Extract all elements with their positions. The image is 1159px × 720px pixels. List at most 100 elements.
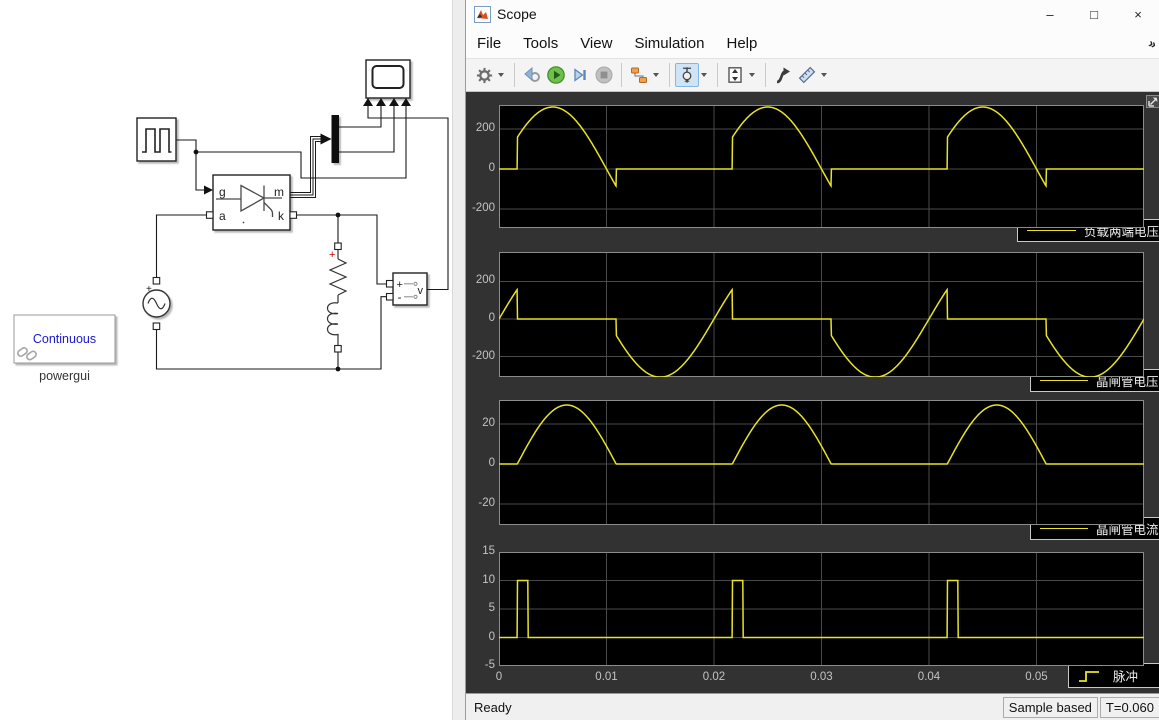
demux-block[interactable] <box>321 115 340 163</box>
scope-input-ports <box>363 98 411 106</box>
powergui-mode-text: Continuous <box>33 332 96 346</box>
vector-signal-bundle <box>290 137 321 198</box>
expand-axes-icon[interactable] <box>1146 95 1159 108</box>
statusbar: Ready Sample based T=0.060 <box>466 693 1159 720</box>
menu-view[interactable]: View <box>569 32 623 55</box>
measurements-dropdown-arrow[interactable] <box>821 73 827 77</box>
port-label-g: g <box>219 185 226 199</box>
status-text: Ready <box>474 700 1001 715</box>
settings-gear-icon[interactable] <box>472 63 496 87</box>
source-polarity-plus: + <box>146 284 152 295</box>
toolbar-separator <box>717 63 718 87</box>
y-tick-label: 200 <box>466 122 495 134</box>
toolbar-separator <box>765 63 766 87</box>
menu-file[interactable]: File <box>466 32 512 55</box>
anode-port <box>207 212 214 219</box>
legend-pulse[interactable]: 脉冲 <box>1068 663 1159 688</box>
scope-plot-1[interactable] <box>499 105 1144 228</box>
span-dropdown-arrow[interactable] <box>749 73 755 77</box>
scope-display-area[interactable]: 负载两端电压 晶闸管电压 晶闸管电流 脉冲 2000-2002000-20020… <box>466 92 1159 693</box>
signal-wires <box>157 106 449 369</box>
legend-line-sample <box>1040 380 1088 381</box>
settings-dropdown-arrow[interactable] <box>498 73 504 77</box>
thyristor-block[interactable]: g m a k <box>204 175 297 230</box>
highlight-block-dropdown-arrow[interactable] <box>653 73 659 77</box>
x-tick-label: 0.02 <box>692 671 736 683</box>
series-rlc-branch-block[interactable]: + <box>328 243 347 352</box>
source-top-port <box>153 278 160 285</box>
y-tick-label: -200 <box>466 202 495 214</box>
scope-screen-icon <box>373 66 404 88</box>
x-tick-label: 0 <box>477 671 521 683</box>
voltage-measurement-block[interactable]: + - v <box>387 273 428 305</box>
powergui-block[interactable]: Continuous powergui <box>14 315 115 383</box>
source-bottom-port <box>153 323 160 330</box>
y-tick-label: 200 <box>466 274 495 286</box>
y-tick-label: -200 <box>466 350 495 362</box>
run-icon[interactable] <box>544 63 568 87</box>
model-pane-edge <box>452 0 465 720</box>
measurements-ruler-icon[interactable] <box>795 63 819 87</box>
window-title: Scope <box>497 6 537 22</box>
powergui-label: powergui <box>39 369 90 383</box>
scope-plot-4[interactable] <box>499 552 1144 666</box>
highlight-block-icon[interactable] <box>627 63 651 87</box>
signal-arrow-icon[interactable] <box>771 63 795 87</box>
scope-plot-2[interactable] <box>499 252 1144 377</box>
port-label-m: m <box>274 185 284 199</box>
demux-input-arrow <box>321 134 332 145</box>
vm-label-minus: - <box>398 290 402 304</box>
menu-tools[interactable]: Tools <box>512 32 569 55</box>
y-tick-label: 20 <box>466 417 495 429</box>
maximize-button[interactable]: □ <box>1072 0 1116 28</box>
y-tick-label: -5 <box>466 659 495 671</box>
page: g m a k + <box>0 0 1159 720</box>
matlab-scope-icon <box>474 6 491 23</box>
toolbar <box>466 58 1159 92</box>
minimize-button[interactable]: – <box>1028 0 1072 28</box>
port-label-a: a <box>219 209 226 223</box>
titlebar[interactable]: Scope – □ × <box>466 0 1159 28</box>
y-tick-label: 10 <box>466 574 495 586</box>
menu-simulation[interactable]: Simulation <box>623 32 715 55</box>
status-sim-time: T=0.060 <box>1100 697 1159 718</box>
menu-help[interactable]: Help <box>716 32 769 55</box>
scope-plot-3[interactable] <box>499 400 1144 525</box>
y-tick-label: 0 <box>466 457 495 469</box>
rlc-top-port <box>335 243 342 250</box>
vm-minus-port <box>387 294 394 301</box>
trigger-icon[interactable] <box>675 63 699 87</box>
legend-step-icon <box>1077 668 1103 684</box>
simulink-model-canvas[interactable]: g m a k + <box>0 0 465 720</box>
port-label-k: k <box>278 209 285 223</box>
x-tick-label: 0.03 <box>800 671 844 683</box>
toolbar-separator <box>514 63 515 87</box>
rlc-polarity-plus: + <box>329 249 335 261</box>
step-forward-icon[interactable] <box>568 63 592 87</box>
trigger-dropdown-arrow[interactable] <box>701 73 707 77</box>
scope-window: Scope – □ × File Tools View Simulation H… <box>465 0 1159 720</box>
legend-label: 脉冲 <box>1113 666 1138 685</box>
pulse-generator-block[interactable] <box>137 118 176 161</box>
vm-plus-port <box>387 281 394 288</box>
y-tick-label: -20 <box>466 497 495 509</box>
y-tick-label: 15 <box>466 545 495 557</box>
scope-block[interactable] <box>363 60 411 106</box>
span-axes-icon[interactable] <box>723 63 747 87</box>
gate-input-arrow <box>204 186 213 195</box>
stop-icon[interactable] <box>592 63 616 87</box>
menubar: File Tools View Simulation Help <box>466 28 1159 58</box>
rlc-bottom-port <box>335 346 342 353</box>
legend-line-sample <box>1027 230 1076 231</box>
model-diagram: g m a k + <box>0 0 465 720</box>
legend-line-sample <box>1040 528 1088 529</box>
close-button[interactable]: × <box>1116 0 1159 28</box>
resistor-inductor-icon <box>328 250 347 346</box>
toolbar-separator <box>669 63 670 87</box>
vm-label-v: v <box>418 285 424 297</box>
y-tick-label: 0 <box>466 631 495 643</box>
x-tick-label: 0.01 <box>585 671 629 683</box>
step-back-icon[interactable] <box>520 63 544 87</box>
ac-voltage-source-block[interactable]: + <box>143 278 170 330</box>
y-tick-label: 0 <box>466 162 495 174</box>
